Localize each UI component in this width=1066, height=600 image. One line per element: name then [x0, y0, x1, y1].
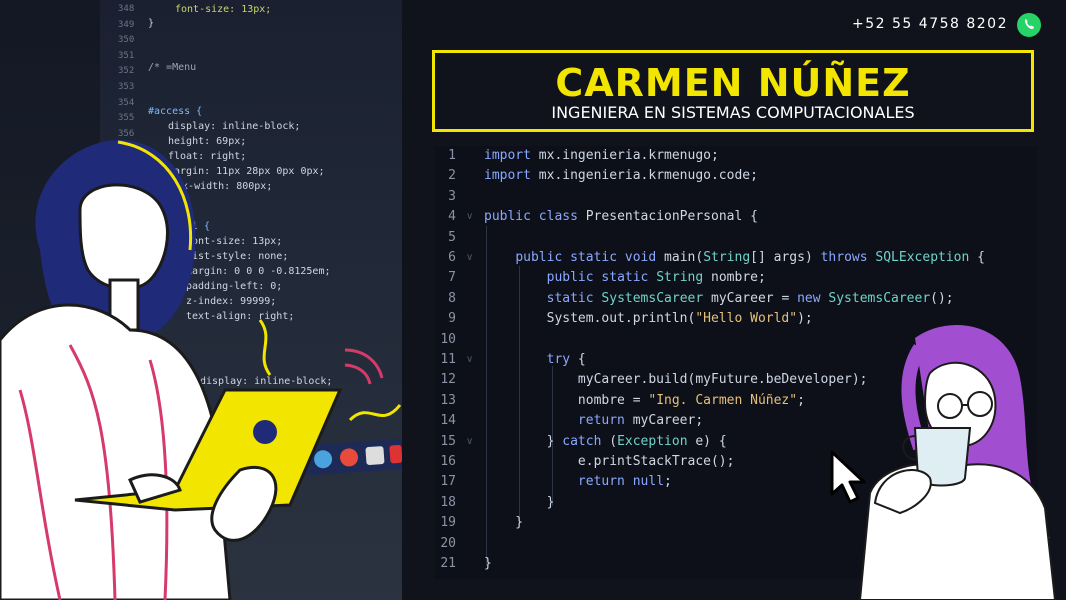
- line-number: 4: [448, 209, 456, 225]
- code-text: import mx.ingenieria.krmenugo.code;: [484, 168, 758, 184]
- code-text: myCareer.build(myFuture.beDeveloper);: [484, 372, 868, 388]
- job-title: INGENIERA EN SISTEMAS COMPUTACIONALES: [551, 103, 915, 122]
- background-line-number: 350: [118, 35, 135, 46]
- line-number: 8: [448, 290, 456, 306]
- line-number: 1: [448, 148, 456, 163]
- background-line-number: 353: [118, 82, 135, 92]
- woman-with-laptop-illustration: [0, 140, 402, 600]
- line-number: 18: [440, 494, 456, 510]
- line-number: 6: [448, 250, 456, 265]
- background-line-number: 352: [118, 66, 135, 77]
- code-line: 7 public static String nombre;: [434, 268, 1034, 288]
- line-number: 14: [440, 413, 456, 429]
- code-text: e.printStackTrace();: [484, 454, 735, 469]
- fold-chevron-icon[interactable]: ∨: [466, 248, 473, 268]
- code-text: nombre = "Ing. Carmen Núñez";: [484, 392, 805, 408]
- phone-number[interactable]: +52 55 4758 8202: [852, 16, 1008, 32]
- code-text: public static String nombre;: [546, 270, 766, 286]
- line-number: 5: [448, 229, 456, 245]
- line-number: 11: [440, 352, 456, 367]
- code-text: import mx.ingenieria.krmenugo;: [484, 148, 719, 163]
- whatsapp-icon[interactable]: [1017, 13, 1041, 37]
- line-number: 10: [440, 331, 456, 347]
- background-line-number: 355: [118, 113, 135, 124]
- code-text: return myCareer;: [577, 413, 704, 429]
- code-line: 1 import mx.ingenieria.krmenugo;: [434, 146, 1034, 166]
- name-banner: CARMEN NÚÑEZ INGENIERA EN SISTEMAS COMPU…: [432, 50, 1034, 132]
- line-number: 3: [448, 188, 456, 204]
- background-code-line: }: [148, 18, 155, 29]
- line-number: 21: [440, 556, 456, 571]
- line-number: 16: [440, 454, 456, 469]
- code-line: 5: [434, 228, 1034, 248]
- background-line-number: 351: [118, 50, 135, 61]
- background-code-line: #access {: [148, 106, 203, 117]
- background-code-line: /* =Menu: [148, 62, 197, 73]
- fold-chevron-icon[interactable]: ∨: [466, 350, 473, 370]
- code-line: 2 import mx.ingenieria.krmenugo.code;: [434, 166, 1034, 186]
- line-number: 9: [448, 311, 456, 327]
- code-text: System.out.println("Hello World");: [484, 311, 813, 327]
- code-text: }: [484, 556, 492, 571]
- line-number: 19: [440, 515, 456, 531]
- code-text: try {: [546, 352, 586, 367]
- line-number: 13: [440, 392, 456, 408]
- code-text: public class PresentacionPersonal {: [484, 209, 758, 225]
- mouse-cursor-icon: [830, 450, 866, 504]
- code-text: }: [484, 515, 524, 531]
- line-number: 15: [440, 433, 456, 449]
- background-code-line: font-size: 13px;: [175, 4, 272, 15]
- background-line-number: 349: [118, 19, 135, 30]
- line-number: 2: [448, 168, 456, 184]
- line-number: 20: [440, 535, 456, 551]
- code-line: 4 ∨ public class PresentacionPersonal {: [434, 207, 1034, 227]
- line-number: 7: [448, 270, 456, 286]
- background-line-number: 354: [118, 97, 135, 108]
- fold-chevron-icon[interactable]: ∨: [466, 207, 473, 227]
- code-line: 6 ∨ public static void main(String[] args…: [434, 248, 1034, 268]
- background-line-number: 348: [118, 4, 135, 14]
- code-line: 8 static SystemsCareer myCareer = new Sy…: [434, 289, 1034, 309]
- code-text: public static void main(String[] args) t…: [515, 250, 985, 265]
- code-line: 3: [434, 187, 1034, 207]
- code-text: }: [484, 494, 555, 510]
- code-text: static SystemsCareer myCareer = new Syst…: [546, 290, 954, 306]
- fold-chevron-icon[interactable]: ∨: [466, 432, 473, 452]
- person-name: CARMEN NÚÑEZ: [555, 61, 911, 105]
- line-number: 17: [440, 474, 456, 490]
- line-number: 12: [440, 372, 456, 388]
- code-text: return null;: [577, 474, 672, 490]
- code-text: } catch (Exception e) {: [484, 433, 727, 449]
